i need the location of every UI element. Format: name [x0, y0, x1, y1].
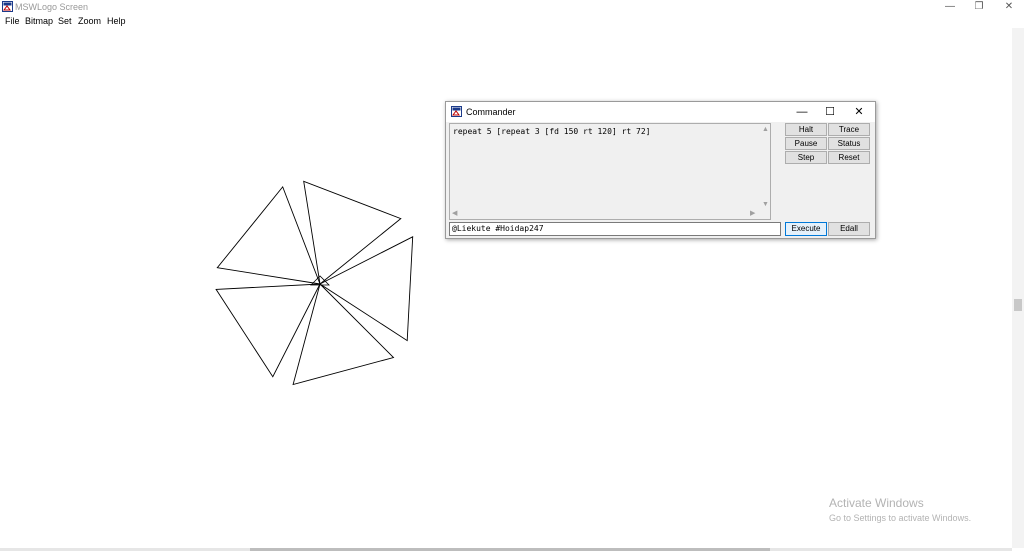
execute-button[interactable]: Execute [785, 222, 827, 236]
commander-maximize-icon[interactable]: ☐ [816, 103, 844, 121]
restore-icon[interactable]: ❐ [964, 0, 994, 14]
mswlogo-app-icon [2, 1, 13, 12]
triangle-1 [303, 180, 402, 285]
triangle-group [215, 180, 414, 386]
scroll-up-icon[interactable]: ▲ [762, 126, 769, 134]
close-icon[interactable]: ✕ [994, 0, 1024, 14]
step-button[interactable]: Step [785, 151, 827, 164]
minimize-icon[interactable]: — [935, 0, 965, 14]
command-history[interactable]: repeat 5 [repeat 3 [fd 150 rt 120] rt 72… [449, 123, 771, 220]
commander-window[interactable]: Commander — ☐ ✕ repeat 5 [repeat 3 [fd 1… [445, 101, 876, 239]
menu-zoom[interactable]: Zoom [78, 15, 101, 27]
menu-help[interactable]: Help [107, 15, 126, 27]
triangle-2 [319, 236, 414, 342]
scroll-down-icon[interactable]: ▼ [762, 201, 769, 209]
history-vertical-scrollbar[interactable]: ▲ ▼ [760, 124, 770, 219]
scroll-right-icon[interactable]: ▶ [750, 210, 755, 218]
commander-close-icon[interactable]: ✕ [845, 103, 873, 121]
window-title: MSWLogo Screen [15, 2, 89, 12]
main-title-bar[interactable]: MSWLogo Screen — ❐ ✕ [0, 0, 1024, 14]
vertical-scroll-thumb[interactable] [1014, 299, 1022, 311]
activate-windows-title: Activate Windows [829, 496, 924, 510]
commander-minimize-icon[interactable]: — [788, 103, 816, 121]
reset-button[interactable]: Reset [828, 151, 870, 164]
menu-file[interactable]: File [5, 15, 20, 27]
commander-title-bar[interactable]: Commander — ☐ ✕ [446, 102, 875, 122]
history-horizontal-scrollbar[interactable]: ◀ ▶ [450, 210, 760, 219]
scroll-left-icon[interactable]: ◀ [452, 210, 457, 218]
command-input[interactable]: @Liekute #Hoidap247 [449, 222, 781, 236]
commander-icon [451, 106, 462, 117]
halt-button[interactable]: Halt [785, 123, 827, 136]
menu-bitmap[interactable]: Bitmap [25, 15, 53, 27]
pause-button[interactable]: Pause [785, 137, 827, 150]
history-line: repeat 5 [repeat 3 [fd 150 rt 120] rt 72… [453, 127, 651, 136]
activate-windows-subtitle: Go to Settings to activate Windows. [829, 513, 972, 523]
triangle-4 [215, 283, 321, 378]
trace-button[interactable]: Trace [828, 123, 870, 136]
menu-bar: File Bitmap Set Zoom Help [0, 14, 1024, 29]
menu-set[interactable]: Set [58, 15, 72, 27]
edall-button[interactable]: Edall [828, 222, 870, 236]
vertical-scrollbar[interactable] [1012, 28, 1024, 548]
status-button[interactable]: Status [828, 137, 870, 150]
triangle-5 [216, 186, 321, 285]
commander-title: Commander [466, 107, 516, 117]
